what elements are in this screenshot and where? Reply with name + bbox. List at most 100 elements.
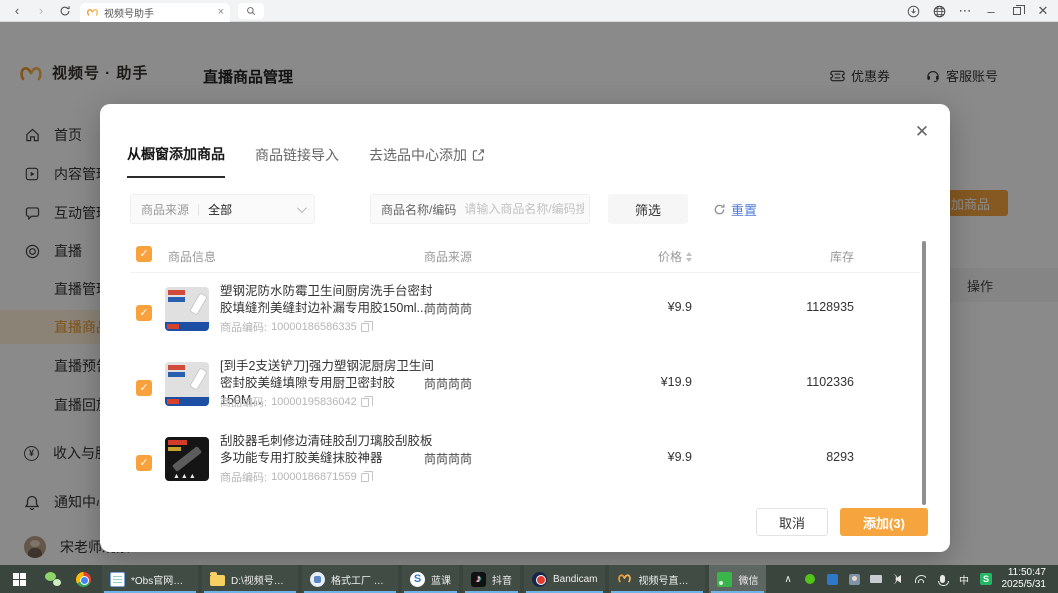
cancel-button[interactable]: 取消 xyxy=(756,508,828,536)
window-close-button[interactable]: ✕ xyxy=(1032,2,1054,20)
table-row[interactable]: ✓ ▲▲▲ 刮胶器毛刺修边清硅胶刮刀璃胶刮胶板多功能专用打胶美缝抹胶神器 商品编… xyxy=(130,425,920,500)
product-price: ¥9.9 xyxy=(668,450,692,464)
browser-forward-button[interactable]: › xyxy=(32,2,50,20)
wechat-window-icon xyxy=(717,572,732,587)
taskbar-app-label: 格式工厂 X64 ... xyxy=(331,572,390,587)
taskbar-app-formatfactory[interactable]: 格式工厂 X64 ... xyxy=(302,565,398,593)
column-header-price[interactable]: 价格 xyxy=(658,248,692,265)
browser-menu-button[interactable]: ⋯ xyxy=(954,2,976,20)
modal-close-button[interactable]: ✕ xyxy=(912,122,932,142)
product-code: 商品编码: 10000186586335 xyxy=(220,319,369,335)
folder-icon xyxy=(210,575,225,586)
new-tab-search-button[interactable] xyxy=(238,3,264,19)
channels-logo-icon xyxy=(617,572,632,587)
code-value: 10000195836042 xyxy=(271,396,357,408)
taskbar-app-label: *Obs官网电脑... xyxy=(131,572,190,587)
douyin-icon: ♪ xyxy=(471,572,486,587)
tab-close-icon[interactable]: × xyxy=(218,6,224,18)
taskbar-app-label: 蓝课 xyxy=(431,572,451,587)
taskbar-app-wechat-window[interactable]: 微信 xyxy=(709,565,766,593)
reset-button[interactable]: 重置 xyxy=(713,200,757,219)
globe-icon xyxy=(933,5,946,18)
product-stock: 1128935 xyxy=(806,300,854,314)
volume-icon[interactable] xyxy=(892,573,905,586)
sort-icon[interactable] xyxy=(686,252,692,262)
code-label: 商品编码: xyxy=(220,319,267,335)
taskbar-wechat-icon[interactable] xyxy=(38,565,68,593)
ime-indicator[interactable]: 中 xyxy=(958,573,971,586)
taskbar-app-explorer[interactable]: D:\视频号直播... xyxy=(202,565,298,593)
table-row[interactable]: ✓ [到手2支送铲刀]强力塑钢泥厨房卫生间密封胶美缝填隙专用厨卫密封胶150M.… xyxy=(130,350,920,425)
notepad-icon xyxy=(110,572,125,587)
price-header-label: 价格 xyxy=(658,248,682,265)
taskbar-app-label: Bandicam xyxy=(553,574,597,585)
taskbar-chrome-icon[interactable] xyxy=(68,565,98,593)
name-search-input[interactable] xyxy=(464,202,584,216)
browser-tab[interactable]: 视频号助手 × xyxy=(80,3,230,22)
column-header-stock: 库存 xyxy=(830,248,854,265)
table-row[interactable]: ✓ 塑钢泥防水防霉卫生间厨房洗手台密封胶填缝剂美缝封边补漏专用胶150ml...… xyxy=(130,275,920,350)
tab-title: 视频号助手 xyxy=(104,5,213,20)
taskbar-app-channels-live[interactable]: 视频号直播伴侣 xyxy=(609,565,705,593)
divider xyxy=(130,272,920,273)
browser-refresh-button[interactable] xyxy=(56,2,74,20)
tray-avatar-icon[interactable] xyxy=(848,573,861,586)
refresh-icon xyxy=(59,5,71,17)
add-product-modal: ✕ 从橱窗添加商品 商品链接导入 去选品中心添加 商品来源 | 全部 商品名称/… xyxy=(100,104,950,552)
code-value: 10000186586335 xyxy=(271,321,357,333)
taskbar-clock[interactable]: 11:50:47 2025/5/31 xyxy=(1002,567,1051,591)
microphone-icon[interactable] xyxy=(936,573,949,586)
external-link-icon xyxy=(472,149,485,161)
channels-logo-icon xyxy=(86,7,99,17)
sogou-icon[interactable]: S xyxy=(980,573,993,586)
wechat-icon xyxy=(45,572,61,586)
taskbar-app-bandicam[interactable]: Bandicam xyxy=(524,565,605,593)
name-search-field[interactable]: 商品名称/编码 xyxy=(370,194,590,224)
system-tray: ∧ 中 S 11:50:47 2025/5/31 xyxy=(782,567,1058,591)
tray-device-icon[interactable] xyxy=(870,573,883,586)
row-checkbox[interactable]: ✓ xyxy=(136,455,152,471)
row-checkbox[interactable]: ✓ xyxy=(136,380,152,396)
chrome-icon xyxy=(76,572,91,587)
source-select-value: 全部 xyxy=(208,201,289,218)
download-button[interactable] xyxy=(902,2,924,20)
product-code: 商品编码: 10000195836042 xyxy=(220,394,369,410)
taskbar-app-lanke[interactable]: S 蓝课 xyxy=(402,565,459,593)
code-label: 商品编码: xyxy=(220,469,267,485)
taskbar-app-douyin[interactable]: ♪ 抖音 xyxy=(463,565,520,593)
modal-scrollbar[interactable] xyxy=(922,241,926,505)
tab-label: 从橱窗添加商品 xyxy=(127,144,225,164)
copy-icon[interactable] xyxy=(361,323,369,332)
tray-blue-app-icon[interactable] xyxy=(826,573,839,586)
product-source: 苘苘苘苘 xyxy=(424,450,472,467)
separator: | xyxy=(197,202,200,216)
wifi-icon[interactable] xyxy=(914,573,927,586)
taskbar-app-label: D:\视频号直播... xyxy=(231,572,290,587)
confirm-add-button[interactable]: 添加(3) xyxy=(840,508,928,536)
product-title[interactable]: 刮胶器毛刺修边清硅胶刮刀璃胶刮胶板多功能专用打胶美缝抹胶神器 xyxy=(220,433,436,467)
row-checkbox[interactable]: ✓ xyxy=(136,305,152,321)
tab-add-from-showcase[interactable]: 从橱窗添加商品 xyxy=(127,144,225,178)
clock-date: 2025/5/31 xyxy=(1002,579,1047,591)
search-icon xyxy=(246,6,256,16)
copy-icon[interactable] xyxy=(361,473,369,482)
copy-icon[interactable] xyxy=(361,398,369,407)
start-button[interactable] xyxy=(0,565,38,593)
window-restore-button[interactable] xyxy=(1006,2,1028,20)
tab-import-by-link[interactable]: 商品链接导入 xyxy=(255,144,339,178)
taskbar-app-notepad[interactable]: *Obs官网电脑... xyxy=(102,565,198,593)
tray-wechat-icon[interactable] xyxy=(804,573,817,586)
product-source: 苘苘苘苘 xyxy=(424,300,472,317)
tray-chevron-up-icon[interactable]: ∧ xyxy=(782,573,795,586)
window-minimize-button[interactable]: – xyxy=(980,2,1002,20)
browser-chrome: ‹ › 视频号助手 × ⋯ – ✕ xyxy=(0,0,1058,22)
modal-tabs: 从橱窗添加商品 商品链接导入 去选品中心添加 xyxy=(127,144,485,178)
product-title[interactable]: 塑钢泥防水防霉卫生间厨房洗手台密封胶填缝剂美缝封边补漏专用胶150ml... xyxy=(220,283,436,317)
filter-bar: 商品来源 | 全部 商品名称/编码 筛选 重置 xyxy=(130,194,920,224)
browser-network-button[interactable] xyxy=(928,2,950,20)
source-select[interactable]: 商品来源 | 全部 xyxy=(130,194,315,224)
tab-go-selection-center[interactable]: 去选品中心添加 xyxy=(369,144,485,178)
browser-back-button[interactable]: ‹ xyxy=(8,2,26,20)
filter-button[interactable]: 筛选 xyxy=(608,194,688,224)
select-all-checkbox[interactable]: ✓ xyxy=(136,246,152,262)
